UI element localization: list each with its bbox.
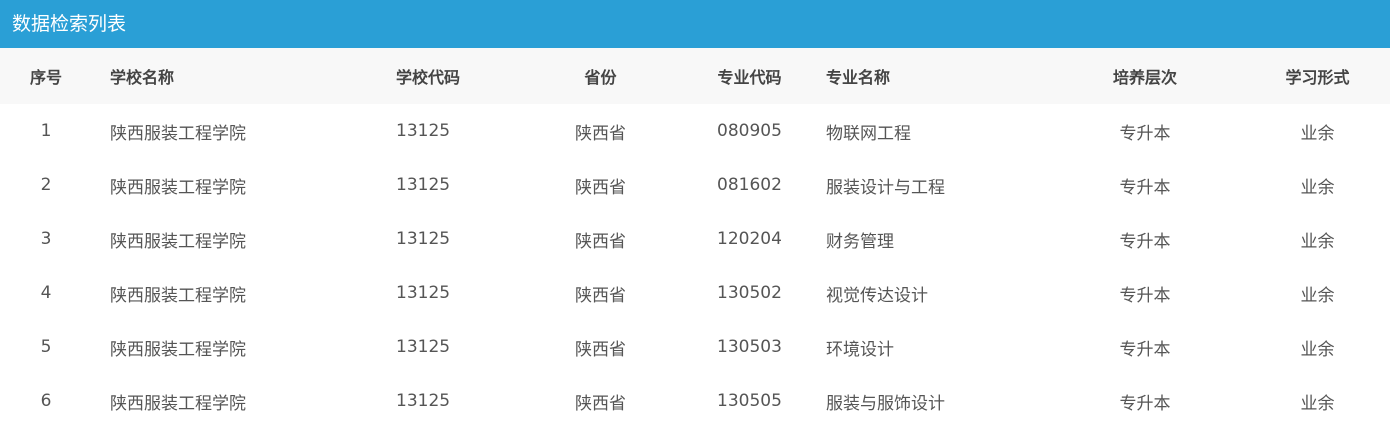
cell-study-mode: 业余 bbox=[1300, 123, 1335, 144]
cell-index: 4 bbox=[40, 283, 52, 303]
cell-major-name: 服装与服饰设计 bbox=[826, 393, 945, 414]
cell-study-mode: 业余 bbox=[1300, 231, 1335, 252]
cell-major-name: 物联网工程 bbox=[826, 123, 911, 144]
table-row: 6 陕西服装工程学院 13125 陕西省 130505 服装与服饰设计 专升本 … bbox=[0, 374, 1390, 428]
cell-study-mode: 业余 bbox=[1300, 285, 1335, 306]
cell-major-code: 080905 bbox=[717, 121, 782, 141]
cell-province: 陕西省 bbox=[575, 231, 626, 252]
table-row: 3 陕西服装工程学院 13125 陕西省 120204 财务管理 专升本 业余 bbox=[0, 212, 1390, 266]
cell-major-name: 财务管理 bbox=[826, 231, 894, 252]
table-header-row: 序号 学校名称 学校代码 省份 专业代码 专业名称 培养层次 学习形式 bbox=[0, 48, 1390, 104]
cell-level: 专升本 bbox=[1119, 393, 1171, 414]
panel-title: 数据检索列表 bbox=[0, 0, 1390, 48]
cell-level: 专升本 bbox=[1119, 339, 1171, 360]
table-row: 5 陕西服装工程学院 13125 陕西省 130503 环境设计 专升本 业余 bbox=[0, 320, 1390, 374]
table-row: 2 陕西服装工程学院 13125 陕西省 081602 服装设计与工程 专升本 … bbox=[0, 158, 1390, 212]
cell-study-mode: 业余 bbox=[1300, 339, 1335, 360]
cell-province: 陕西省 bbox=[575, 393, 626, 414]
table-row: 1 陕西服装工程学院 13125 陕西省 080905 物联网工程 专升本 业余 bbox=[0, 104, 1390, 158]
cell-school-code: 13125 bbox=[396, 175, 451, 195]
cell-level: 专升本 bbox=[1119, 177, 1171, 198]
cell-study-mode: 业余 bbox=[1300, 393, 1335, 414]
cell-school-code: 13125 bbox=[396, 283, 451, 303]
col-header-level: 培养层次 bbox=[1045, 48, 1245, 104]
results-table: 序号 学校名称 学校代码 省份 专业代码 专业名称 培养层次 学习形式 1 陕西… bbox=[0, 48, 1390, 428]
cell-major-code: 130505 bbox=[717, 391, 782, 411]
cell-major-code: 130503 bbox=[717, 337, 782, 357]
cell-major-name: 环境设计 bbox=[826, 339, 894, 360]
col-header-index: 序号 bbox=[0, 48, 92, 104]
cell-school-name: 陕西服装工程学院 bbox=[110, 177, 246, 198]
col-header-study-mode: 学习形式 bbox=[1245, 48, 1390, 104]
cell-school-code: 13125 bbox=[396, 337, 451, 357]
cell-major-name: 服装设计与工程 bbox=[826, 177, 945, 198]
table-row: 4 陕西服装工程学院 13125 陕西省 130502 视觉传达设计 专升本 业… bbox=[0, 266, 1390, 320]
data-search-panel: 数据检索列表 序号 学校名称 学校代码 省份 专业代码 专业名称 培养层次 学习… bbox=[0, 0, 1390, 421]
cell-province: 陕西省 bbox=[575, 339, 626, 360]
col-header-major-name: 专业名称 bbox=[815, 48, 1045, 104]
col-header-school-code: 学校代码 bbox=[347, 48, 517, 104]
col-header-major-code: 专业代码 bbox=[684, 48, 815, 104]
cell-major-code: 081602 bbox=[717, 175, 782, 195]
cell-major-name: 视觉传达设计 bbox=[826, 285, 928, 306]
cell-level: 专升本 bbox=[1119, 285, 1171, 306]
cell-school-name: 陕西服装工程学院 bbox=[110, 123, 246, 144]
cell-province: 陕西省 bbox=[575, 285, 626, 306]
cell-province: 陕西省 bbox=[575, 123, 626, 144]
cell-index: 3 bbox=[40, 229, 52, 249]
col-header-province: 省份 bbox=[517, 48, 684, 104]
cell-level: 专升本 bbox=[1119, 231, 1171, 252]
col-header-school-name: 学校名称 bbox=[92, 48, 347, 104]
cell-index: 6 bbox=[40, 391, 52, 411]
cell-school-code: 13125 bbox=[396, 121, 451, 141]
cell-index: 2 bbox=[40, 175, 52, 195]
cell-school-name: 陕西服装工程学院 bbox=[110, 231, 246, 252]
cell-school-name: 陕西服装工程学院 bbox=[110, 393, 246, 414]
cell-province: 陕西省 bbox=[575, 177, 626, 198]
cell-school-name: 陕西服装工程学院 bbox=[110, 339, 246, 360]
cell-major-code: 130502 bbox=[717, 283, 782, 303]
cell-major-code: 120204 bbox=[717, 229, 782, 249]
cell-level: 专升本 bbox=[1119, 123, 1171, 144]
cell-index: 5 bbox=[40, 337, 52, 357]
cell-school-code: 13125 bbox=[396, 229, 451, 249]
cell-index: 1 bbox=[40, 121, 52, 141]
cell-school-code: 13125 bbox=[396, 391, 451, 411]
cell-school-name: 陕西服装工程学院 bbox=[110, 285, 246, 306]
cell-study-mode: 业余 bbox=[1300, 177, 1335, 198]
